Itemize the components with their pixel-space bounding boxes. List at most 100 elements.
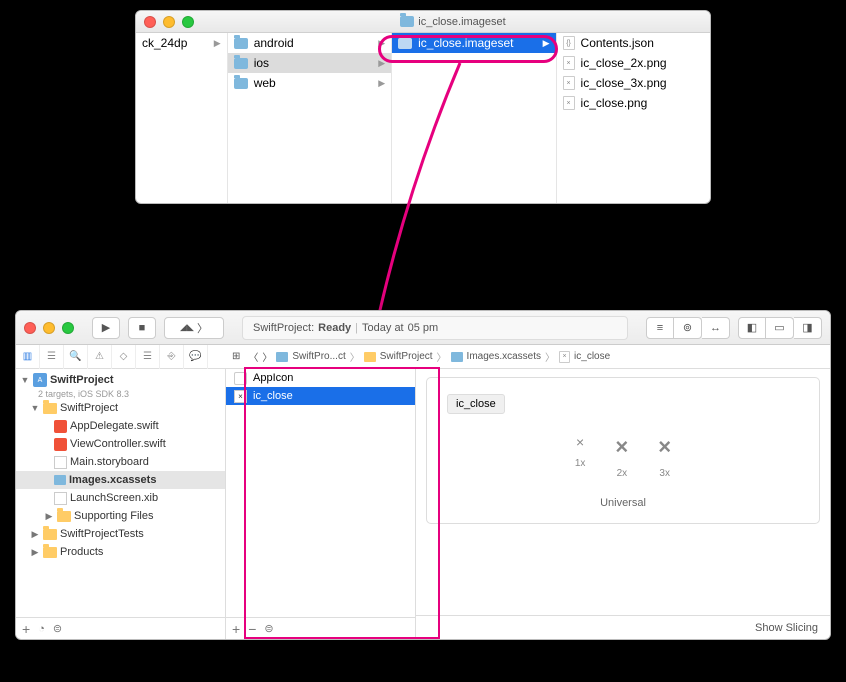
add-button[interactable]: + [22,621,30,637]
minimize-icon[interactable] [163,16,175,28]
remove-button[interactable]: − [248,621,256,637]
jump-bar[interactable]: ⊞ 〈 〉 SwiftPro...ct 〉 SwiftProject 〉 Ima… [226,345,830,369]
list-item[interactable]: web ▶ [228,73,391,93]
report-navigator-tab[interactable]: 💬 [184,345,208,369]
file-row[interactable]: AppDelegate.swift [16,417,225,435]
status-state: Ready [318,322,351,334]
file-row-selected[interactable]: Images.xcassets [16,471,225,489]
breadcrumb-item[interactable]: ic_close [574,351,610,362]
json-file-icon: {} [563,36,575,50]
finder-titlebar[interactable]: ic_close.imageset [136,11,710,33]
activity-viewer[interactable]: SwiftProject: Ready | Today at 05 pm [242,316,628,340]
image-slot-3x[interactable]: × 3x [658,434,671,479]
item-label: ic_close.png [581,96,648,110]
finder-column[interactable]: {} Contents.json × ic_close_2x.png × ic_… [557,33,710,203]
group-label: SwiftProject [60,402,118,414]
run-button[interactable]: ▶ [92,317,120,339]
debug-navigator-tab[interactable]: ☰ [136,345,160,369]
assets-icon [54,475,66,485]
traffic-lights [24,322,74,334]
xcodeproj-icon: A [33,373,47,387]
standard-editor-button[interactable]: ≡ [646,317,674,339]
group-row[interactable]: ▶ SwiftProjectTests [16,525,225,543]
imageset-name[interactable]: ic_close [447,394,505,414]
list-item[interactable]: android ▶ [228,33,391,53]
filter-recent-button[interactable]: ◔ [38,623,45,635]
project-icon [276,352,288,362]
symbol-navigator-tab[interactable]: ☰ [40,345,64,369]
item-label: ck_24dp [142,36,187,50]
finder-column-view: ck_24dp ▶ android ▶ ios ▶ web ▶ [136,33,710,203]
finder-column[interactable]: ck_24dp ▶ [136,33,228,203]
back-button[interactable]: 〈 [248,349,258,364]
slot-label: 2x [615,468,628,479]
finder-column[interactable]: ic_close.imageset ▶ [392,33,556,203]
project-navigator[interactable]: ▼ A SwiftProject 2 targets, iOS SDK 8.3 … [16,369,226,639]
list-item[interactable]: × ic_close_3x.png [557,73,710,93]
assistant-editor-button[interactable]: ⊚ [674,317,702,339]
chevron-right-icon: 〉 [350,349,360,364]
bottom-panel-toggle[interactable]: ▭ [766,317,794,339]
storyboard-icon [54,456,67,469]
disclosure-triangle[interactable]: ▶ [30,547,40,558]
right-panel-toggle[interactable]: ◨ [794,317,822,339]
navigator-footer: + ◔ ⊜ [16,617,225,639]
show-slicing-button[interactable]: Show Slicing [755,622,818,634]
group-row[interactable]: ▼ SwiftProject [16,399,225,417]
group-row[interactable]: ▶ Products [16,543,225,561]
zoom-icon[interactable] [182,16,194,28]
asset-outline[interactable]: AppIcon × ic_close + − ⊜ [226,369,416,639]
file-row[interactable]: Main.storyboard [16,453,225,471]
item-label: ios [254,56,269,70]
group-row[interactable]: ▶ Supporting Files [16,507,225,525]
project-root[interactable]: ▼ A SwiftProject [16,371,225,389]
close-icon[interactable] [24,322,36,334]
breadcrumb-item[interactable]: SwiftPro...ct [292,351,345,362]
folder-icon [234,78,248,89]
disclosure-triangle[interactable]: ▼ [20,375,30,385]
asset-item[interactable]: AppIcon [226,369,415,387]
filter-scm-button[interactable]: ⊜ [53,622,62,635]
finder-column[interactable]: android ▶ ios ▶ web ▶ [228,33,392,203]
list-item[interactable]: ck_24dp ▶ [136,33,227,53]
breadcrumb-item[interactable]: Images.xcassets [467,351,541,362]
asset-item-selected[interactable]: × ic_close [226,387,415,405]
stop-button[interactable]: ■ [128,317,156,339]
file-label: ViewController.swift [70,438,166,450]
forward-button[interactable]: 〉 [262,349,272,364]
version-editor-button[interactable]: ↔ [702,317,730,339]
left-panel-toggle[interactable]: ◧ [738,317,766,339]
list-item[interactable]: {} Contents.json [557,33,710,53]
add-button[interactable]: + [232,621,240,637]
chevron-right-icon: 〉 [437,349,447,364]
folder-icon [400,16,414,27]
list-item-selected[interactable]: ic_close.imageset ▶ [392,33,555,53]
find-navigator-tab[interactable]: 🔍 [64,345,88,369]
list-item[interactable]: × ic_close.png [557,93,710,113]
disclosure-triangle[interactable]: ▶ [44,511,54,522]
issue-navigator-tab[interactable]: ⚠ [88,345,112,369]
list-item[interactable]: ios ▶ [228,53,391,73]
chevron-right-icon: ▶ [378,78,385,89]
image-slot-1x[interactable]: × 1x [575,434,586,479]
file-row[interactable]: LaunchScreen.xib [16,489,225,507]
folder-icon [43,547,57,558]
scheme-selector[interactable]: ◢◣ 〉 [164,317,224,339]
project-navigator-tab[interactable]: ▥ [16,345,40,369]
disclosure-triangle[interactable]: ▼ [30,403,40,413]
image-slot-2x[interactable]: × 2x [615,434,628,479]
minimize-icon[interactable] [43,322,55,334]
zoom-icon[interactable] [62,322,74,334]
breakpoint-navigator-tab[interactable]: ⎆ [160,345,184,369]
chevron-right-icon: ▶ [378,58,385,69]
list-item[interactable]: × ic_close_2x.png [557,53,710,73]
test-navigator-tab[interactable]: ◇ [112,345,136,369]
png-file-icon: × [563,56,575,70]
disclosure-triangle[interactable]: ▶ [30,529,40,540]
filter-button[interactable]: ⊜ [264,622,273,635]
close-icon[interactable] [144,16,156,28]
file-row[interactable]: ViewController.swift [16,435,225,453]
breadcrumb-item[interactable]: SwiftProject [380,351,433,362]
group-label: SwiftProjectTests [60,528,144,540]
grid-icon[interactable]: ⊞ [232,351,240,362]
